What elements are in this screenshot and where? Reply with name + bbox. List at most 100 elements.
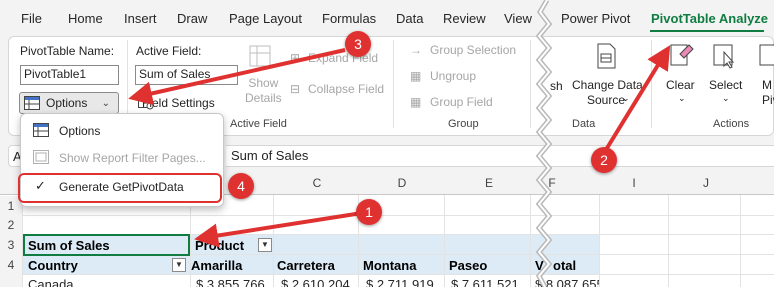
column-header-f[interactable]: F [542,176,562,190]
group-selection-button[interactable]: → Group Selection [410,43,516,57]
clear-label: Clear [666,78,695,92]
value-cell[interactable]: $ 2,711,919 [366,277,434,287]
column-item-amarilla[interactable]: Amarilla [191,258,242,273]
group-field-button[interactable]: ▦ Group Field [410,95,493,109]
gridline [273,195,274,287]
show-details-button[interactable]: Show Details [241,44,282,106]
change-data-source-line2: Source [586,93,626,107]
show-details-line1: Show [248,76,279,90]
chevron-down-icon: ⌄ [101,97,110,109]
show-details-line2: Details [245,91,282,105]
ungroup-label: Ungroup [430,69,477,83]
tab-pivottable-analyze[interactable]: PivotTable Analyze [651,11,768,26]
row-header-2[interactable]: 2 [0,216,22,235]
tab-draw[interactable]: Draw [177,11,207,26]
callout-badge-2: 2 [591,147,617,173]
column-item-carretera[interactable]: Carretera [277,258,335,273]
group-group-title: Group [448,118,479,130]
move-pivottable-line1: M [762,78,772,92]
field-settings-button[interactable]: Field Settings [138,94,215,112]
move-pivottable-button[interactable]: M Pivot [752,42,774,108]
tab-data[interactable]: Data [396,11,423,26]
gridline [599,195,600,287]
active-tab-indicator [650,30,764,32]
value-cell[interactable]: $ 8,087,655 [535,277,599,287]
ungroup-icon: ▦ [410,69,422,83]
formula-text: Sum of Sales [231,148,309,163]
tab-insert[interactable]: Insert [124,11,157,26]
active-field-value: Sum of Sales [139,67,211,81]
select-button[interactable]: Select ⌄ [706,42,746,108]
show-details-icon [249,45,271,67]
change-data-source-button[interactable]: Change Data Source ⌄ [570,42,643,108]
change-data-source-icon [597,43,616,69]
group-divider [651,40,652,128]
tab-page-layout[interactable]: Page Layout [229,11,302,26]
options-button[interactable]: Options ⌄ [19,92,119,114]
group-field-label: Group Field [430,95,493,109]
value-cell[interactable]: $ 7,611,521 [451,277,519,287]
chevron-down-icon: ⌄ [722,93,730,103]
gridline [190,195,191,287]
row-header-3[interactable]: 3 [0,235,22,255]
menu-item-options-label: Options [59,124,101,138]
ungroup-button[interactable]: ▦ Ungroup [410,69,476,83]
country-filter-dropdown[interactable]: ▼ [172,258,186,272]
tab-formulas[interactable]: Formulas [322,11,376,26]
menu-item-options[interactable]: Options [21,118,223,144]
pivottable-name-label: PivotTable Name: [20,44,115,58]
group-selection-icon: → [410,43,422,57]
column-header-i[interactable]: I [624,176,644,190]
expand-field-button[interactable]: ⊞ Expand Field [290,51,378,67]
ribbon-tab-bar: File Home Insert Draw Page Layout Formul… [0,0,774,36]
pivot-options-icon [33,123,49,137]
row-header-4[interactable]: 4 [0,255,22,275]
value-cell[interactable]: $ 2,610,204 [281,277,350,287]
expand-field-label: Expand Field [308,51,379,65]
callout-badge-3: 3 [345,31,371,57]
active-cell-selection [23,234,190,256]
tab-review[interactable]: Review [443,11,486,26]
formula-input[interactable]: Sum of Sales [226,145,774,167]
product-filter-dropdown[interactable]: ▼ [258,238,272,252]
move-pivottable-icon [759,44,774,66]
value-cell[interactable]: $ 3,855,766 [196,277,265,287]
active-field-input[interactable]: Sum of Sales [135,65,238,85]
clear-icon [670,44,694,66]
chevron-down-icon: ⌄ [678,93,686,103]
report-filter-pages-icon [33,150,49,164]
pivottable-name-value: PivotTable1 [24,67,87,81]
select-label: Select [709,78,743,92]
refresh-label-fragment[interactable]: sh [550,79,563,93]
column-header-d[interactable]: D [392,176,412,190]
actions-group-title: Actions [713,118,750,130]
pivot-row-field-header[interactable]: Country [28,258,78,273]
column-item-montana[interactable]: Montana [363,258,416,273]
pivottable-name-input[interactable]: PivotTable1 [20,65,119,85]
column-header-e[interactable]: E [479,176,499,190]
move-pivottable-line2: Pivot [762,93,774,107]
row-item-canada[interactable]: Canada [28,277,74,287]
row-header-5[interactable] [0,275,22,287]
collapse-field-button[interactable]: ⊟ Collapse Field [290,82,384,98]
gridline [22,215,774,216]
pivot-column-field-header[interactable]: Product [195,238,244,253]
column-item-paseo[interactable]: Paseo [449,258,487,273]
menu-item-show-report-filter-pages[interactable]: Show Report Filter Pages... [21,145,223,171]
highlight-box [18,173,222,203]
column-header-c[interactable]: C [307,176,327,190]
tab-home[interactable]: Home [68,11,103,26]
column-item-fragment[interactable]: V [535,258,544,273]
tab-view[interactable]: View [504,11,532,26]
options-button-label: Options [46,96,88,110]
clear-button[interactable]: Clear ⌄ [662,42,702,108]
column-header-j[interactable]: J [696,176,716,190]
tab-power-pivot[interactable]: Power Pivot [561,11,630,26]
gridline [444,195,445,287]
expand-field-icon: ⊞ [290,51,301,65]
change-data-source-line1: Change Data [572,78,643,92]
gridline [22,274,774,275]
active-field-group-title: Active Field [230,118,287,130]
grand-total-header-fragment[interactable]: otal [553,258,576,273]
tab-file[interactable]: File [21,11,42,26]
